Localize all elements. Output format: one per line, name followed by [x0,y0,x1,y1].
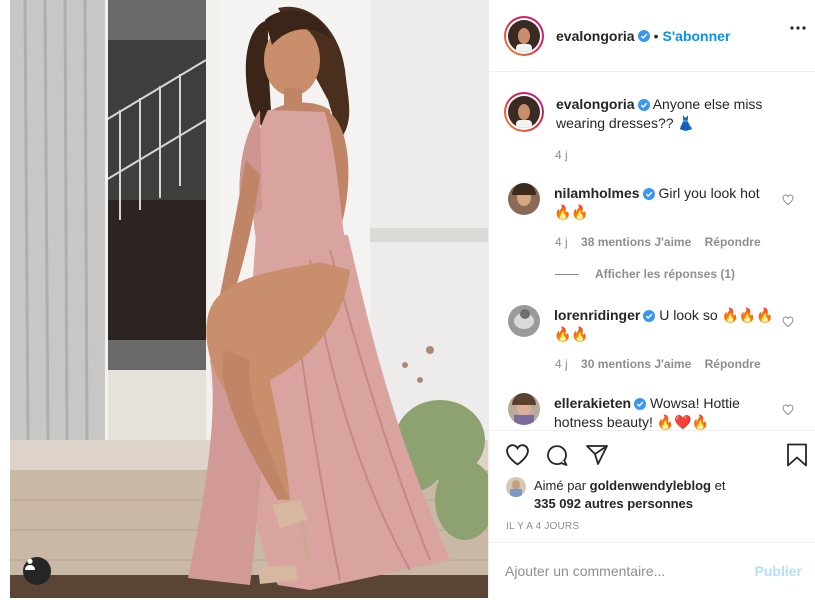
heart-icon[interactable] [505,443,530,466]
author-username[interactable]: evalongoria [556,28,635,44]
follow-button[interactable]: S'abonner [663,28,731,44]
liker-avatar[interactable] [506,477,526,497]
comment-item: lorenridinger U look so 🔥🔥🔥 🔥🔥 [504,305,779,344]
likes-count[interactable]: 335 092 autres personnes [534,496,693,511]
reply-button[interactable]: Répondre [705,235,761,249]
share-icon[interactable] [585,443,609,467]
comments-list[interactable]: evalongoria Anyone else miss wearing dre… [489,73,815,430]
comment-icon[interactable] [545,443,569,467]
likes-summary: Aimé par goldenwendyleblog et 335 092 au… [506,477,725,513]
publish-button[interactable]: Publier [755,563,802,579]
caption-avatar-ring[interactable] [504,92,544,132]
post-header: evalongoria • S'abonner [489,0,815,72]
comment-item: nilamholmes Girl you look hot 🔥🔥 [504,183,779,222]
comment-item: ellerakieten Wowsa! Hottie hotness beaut… [504,393,779,430]
comment-meta: 4 j 30 mentions J'aime Répondre [555,357,771,371]
verified-badge-icon [634,398,647,410]
replies-divider [555,273,579,275]
author-avatar-ring[interactable] [504,15,544,56]
user-tag-button[interactable] [23,557,51,585]
comment-avatar[interactable] [508,305,540,337]
verified-badge-icon [642,188,655,200]
comment-like-icon[interactable] [782,316,794,327]
separator-dot: • [653,27,659,44]
add-comment-bar: Publier [489,542,815,598]
bookmark-icon[interactable] [786,443,808,467]
comment-like-icon[interactable] [782,194,794,205]
comment-meta: 4 j 38 mentions J'aime Répondre [555,235,771,249]
comment-likes[interactable]: 30 mentions J'aime [581,357,691,371]
caption-username[interactable]: evalongoria [556,96,635,112]
comment-input[interactable] [505,562,735,579]
likes-conj: et [714,478,726,493]
post-photo[interactable] [10,0,488,598]
post-actions: Aimé par goldenwendyleblog et 335 092 au… [489,430,815,542]
comment-avatar[interactable] [508,183,540,215]
avatar [508,19,540,52]
caption: evalongoria Anyone else miss wearing dre… [504,92,781,133]
view-replies-label: Afficher les réponses (1) [595,267,736,281]
comment-likes[interactable]: 38 mentions J'aime [581,235,691,249]
reply-button[interactable]: Répondre [705,357,761,371]
avatar [508,96,540,128]
comment-username[interactable]: nilamholmes [554,185,640,201]
post-side-panel: evalongoria • S'abonner evalongoria Anyo… [488,0,815,598]
caption-time[interactable]: 4 j [555,148,568,162]
comment-time[interactable]: 4 j [555,357,568,371]
likes-prefix: Aimé par [534,478,587,493]
post-photo-illustration [10,0,488,598]
more-options-icon[interactable] [790,26,806,30]
verified-badge-icon [637,29,650,42]
liker-username[interactable]: goldenwendyleblog [590,478,711,493]
post-age[interactable]: IL Y A 4 JOURS [506,521,579,532]
comment-username[interactable]: ellerakieten [554,395,631,411]
comment-time[interactable]: 4 j [555,235,568,249]
comment-avatar[interactable] [508,393,540,425]
caption-meta: 4 j [555,148,578,162]
comment-username[interactable]: lorenridinger [554,307,640,323]
verified-badge-icon [643,310,656,322]
verified-badge-icon [637,99,650,111]
comment-like-icon[interactable] [782,404,794,415]
user-tag-icon [25,558,35,570]
view-replies-button[interactable]: Afficher les réponses (1) [555,267,735,281]
